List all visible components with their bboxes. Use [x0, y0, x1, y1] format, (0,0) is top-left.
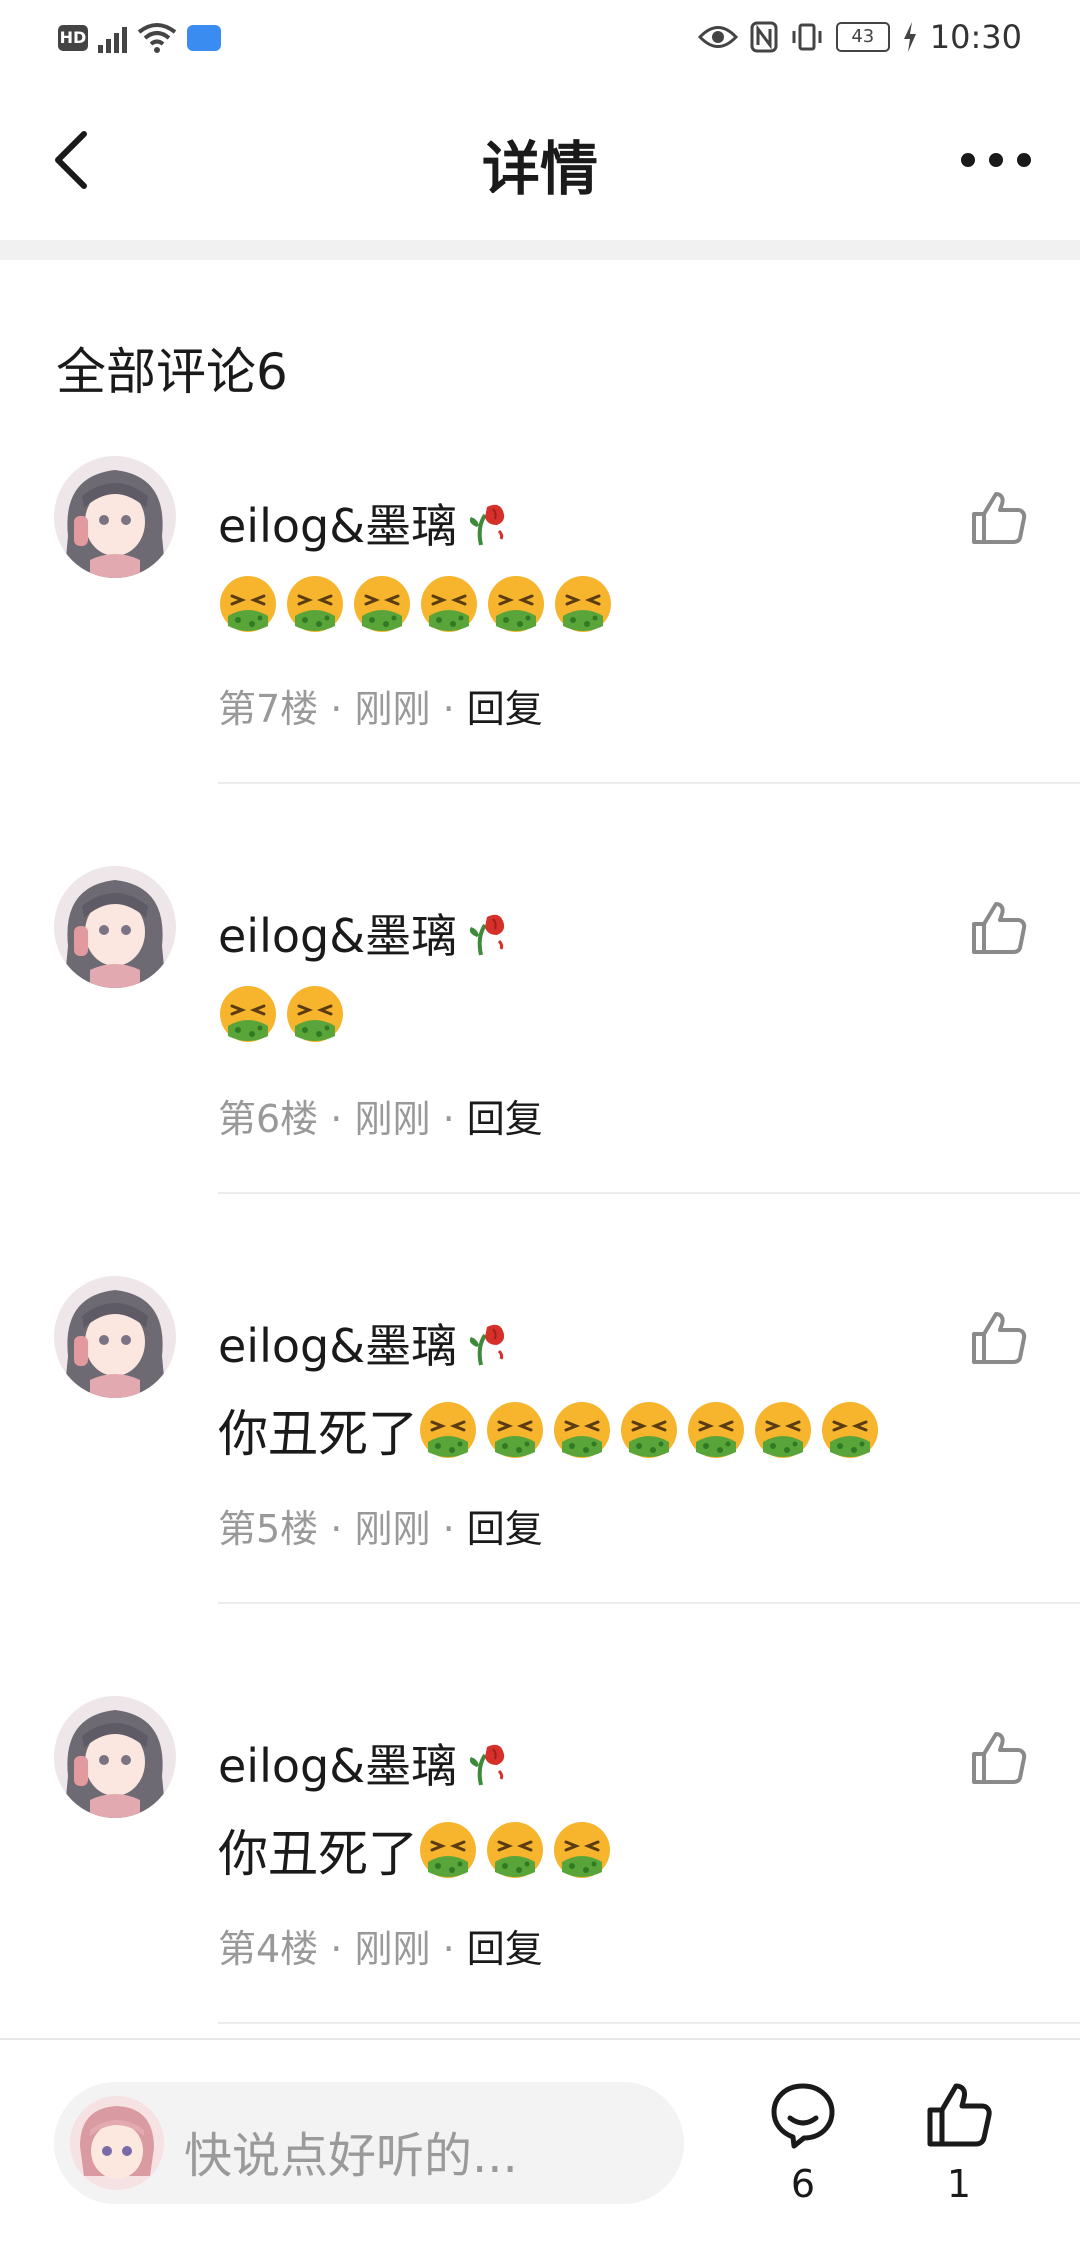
- username-text: eilog&墨璃: [218, 1319, 458, 1373]
- like-icon[interactable]: [968, 1728, 1028, 1788]
- time-label: 刚刚: [354, 687, 431, 731]
- like-count: 1: [946, 2162, 972, 2206]
- wilted-rose-icon: [463, 907, 515, 959]
- comment-input[interactable]: 快说点好听的...: [54, 2082, 684, 2204]
- vomit-emoji-icon: [421, 576, 477, 632]
- vomit-emoji-icon: [487, 1822, 543, 1878]
- vomit-emoji-icon: [287, 986, 343, 1042]
- comment-meta: 第4楼 · 刚刚 · 回复: [218, 1918, 543, 1973]
- vomit-emoji-icon: [420, 1822, 476, 1878]
- meta-dot: ·: [442, 687, 455, 731]
- meta-dot: ·: [442, 1927, 455, 1971]
- wilted-rose-icon: [463, 1737, 515, 1789]
- meta-dot: ·: [330, 687, 343, 731]
- meta-dot: ·: [330, 1097, 343, 1141]
- meta-dot: ·: [330, 1927, 343, 1971]
- cloud-icon: [187, 25, 221, 51]
- comment-meta: 第7楼 · 刚刚 · 回复: [218, 678, 543, 733]
- vomit-emoji-icon: [487, 1402, 543, 1458]
- comment-divider: [218, 1602, 1080, 1604]
- comment-username[interactable]: eilog&墨璃: [218, 900, 515, 966]
- vomit-emoji-icon: [554, 1402, 610, 1458]
- comment-divider: [218, 1192, 1080, 1194]
- floor-label: 第4楼: [218, 1927, 319, 1971]
- vomit-emoji-icon: [354, 576, 410, 632]
- status-right: 43 10:30: [697, 18, 1022, 56]
- vomit-emoji-icon: [688, 1402, 744, 1458]
- meta-dot: ·: [442, 1507, 455, 1551]
- floor-label: 第6楼: [218, 1097, 319, 1141]
- comment-username[interactable]: eilog&墨璃: [218, 1730, 515, 1796]
- battery-icon: 43: [835, 22, 890, 52]
- battery-level: 43: [851, 26, 875, 47]
- avatar[interactable]: [54, 866, 176, 988]
- wilted-rose-icon: [463, 1317, 515, 1369]
- time-label: 刚刚: [354, 1927, 431, 1971]
- comment-content: 你丑死了: [218, 1394, 887, 1466]
- reply-button[interactable]: 回复: [467, 1097, 543, 1141]
- charging-icon: [903, 22, 916, 52]
- comment-meta: 第6楼 · 刚刚 · 回复: [218, 1088, 543, 1143]
- vomit-emoji-icon: [220, 986, 276, 1042]
- floor-label: 第5楼: [218, 1507, 319, 1551]
- comments-section-title: 全部评论6: [56, 343, 288, 401]
- comment-content: [218, 984, 352, 1044]
- comment-text: 你丑死了: [218, 1825, 418, 1883]
- comment-content: [218, 574, 620, 634]
- comment-icon[interactable]: [768, 2080, 838, 2150]
- vomit-emoji-icon: [555, 576, 611, 632]
- wilted-rose-icon: [463, 497, 515, 549]
- like-icon[interactable]: [968, 488, 1028, 548]
- eye-icon: [697, 26, 738, 48]
- avatar[interactable]: [54, 456, 176, 578]
- bottom-bar: 快说点好听的... 6 1: [0, 2038, 1080, 2246]
- vomit-emoji-icon: [488, 576, 544, 632]
- username-text: eilog&墨璃: [218, 909, 458, 963]
- username-text: eilog&墨璃: [218, 499, 458, 553]
- vomit-emoji-icon: [287, 576, 343, 632]
- time-label: 刚刚: [354, 1507, 431, 1551]
- top-nav: 详情: [0, 80, 1080, 240]
- reply-button[interactable]: 回复: [467, 687, 543, 731]
- status-bar: HD 43 10:30: [0, 0, 1080, 80]
- comment-username[interactable]: eilog&墨璃: [218, 490, 515, 556]
- comment-input-placeholder: 快说点好听的...: [184, 2128, 518, 2184]
- vomit-emoji-icon: [822, 1402, 878, 1458]
- like-icon[interactable]: [968, 1308, 1028, 1368]
- reply-button[interactable]: 回复: [467, 1507, 543, 1551]
- vomit-emoji-icon: [554, 1822, 610, 1878]
- comment-meta: 第5楼 · 刚刚 · 回复: [218, 1498, 543, 1553]
- nfc-icon: [750, 21, 778, 53]
- wifi-icon: [137, 23, 177, 53]
- time-label: 刚刚: [354, 1097, 431, 1141]
- status-left: HD: [58, 22, 221, 54]
- header-divider: [0, 240, 1080, 260]
- comment-divider: [218, 2022, 1080, 2024]
- reply-button[interactable]: 回复: [467, 1927, 543, 1971]
- meta-dot: ·: [330, 1507, 343, 1551]
- page-title: 详情: [481, 135, 598, 203]
- comment-content: 你丑死了: [218, 1814, 619, 1886]
- status-time: 10:30: [929, 18, 1022, 56]
- comment-divider: [218, 782, 1080, 784]
- my-avatar: [70, 2096, 164, 2190]
- more-icon[interactable]: [956, 140, 1036, 180]
- comment-text: 你丑死了: [218, 1405, 418, 1463]
- vomit-emoji-icon: [420, 1402, 476, 1458]
- comment-username[interactable]: eilog&墨璃: [218, 1310, 515, 1376]
- signal-icon: [98, 23, 127, 53]
- avatar[interactable]: [54, 1276, 176, 1398]
- like-icon[interactable]: [924, 2080, 994, 2150]
- comment-count: 6: [790, 2162, 816, 2206]
- vibrate-icon: [792, 23, 822, 51]
- like-icon[interactable]: [968, 898, 1028, 958]
- avatar[interactable]: [54, 1696, 176, 1818]
- floor-label: 第7楼: [218, 687, 319, 731]
- hd-icon: HD: [58, 25, 88, 51]
- vomit-emoji-icon: [220, 576, 276, 632]
- meta-dot: ·: [442, 1097, 455, 1141]
- username-text: eilog&墨璃: [218, 1739, 458, 1793]
- vomit-emoji-icon: [755, 1402, 811, 1458]
- vomit-emoji-icon: [621, 1402, 677, 1458]
